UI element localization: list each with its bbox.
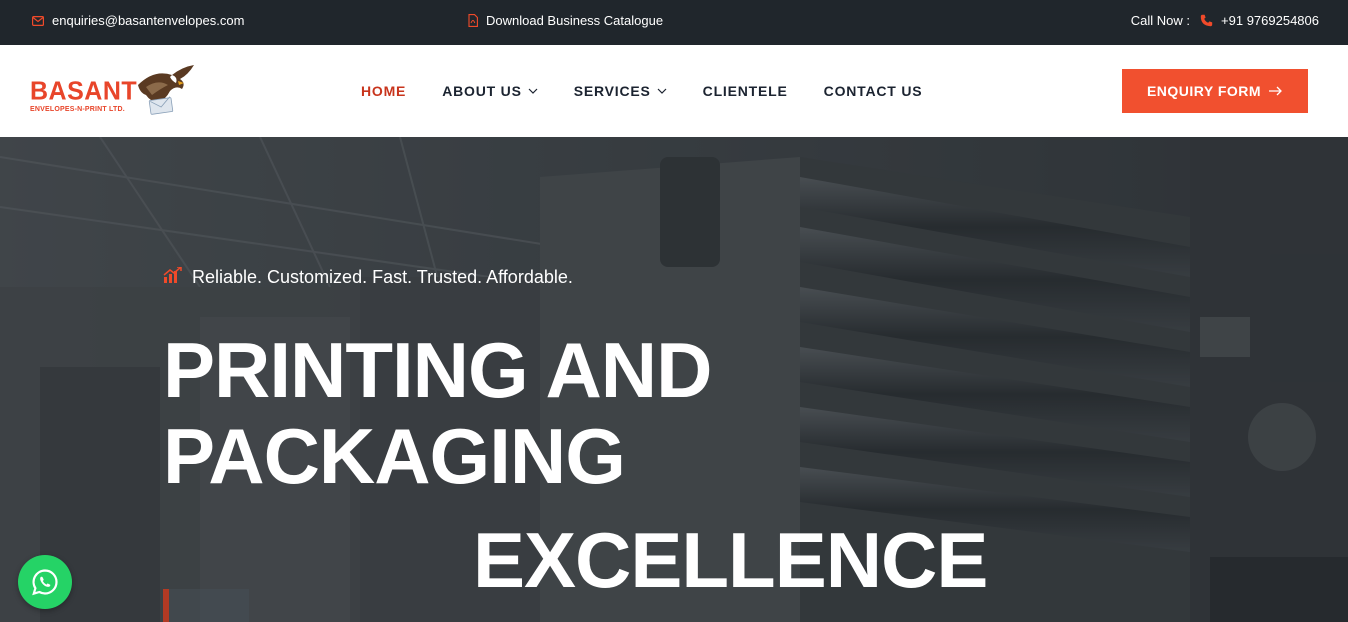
- phone-icon: [1200, 14, 1213, 27]
- pdf-file-icon: [468, 14, 478, 27]
- enquiry-form-label: ENQUIRY FORM: [1146, 83, 1262, 99]
- logo-subtitle: ENVELOPES-N-PRINT LTD.: [30, 106, 125, 113]
- email-text: enquiries@basantenvelopes.com: [52, 13, 245, 28]
- hero-tagline-text: Reliable. Customized. Fast. Trusted. Aff…: [192, 267, 573, 287]
- arrow-right-icon: [1269, 83, 1283, 99]
- enquiry-form-button[interactable]: ENQUIRY FORM: [1122, 69, 1308, 113]
- call-now[interactable]: Call Now : +91 9769254806: [1131, 13, 1319, 28]
- nav-about-us-label: ABOUT US: [442, 83, 522, 99]
- nav-contact-us-label: CONTACT US: [823, 83, 923, 99]
- accent-box: [169, 589, 249, 622]
- headline-line-2: PACKAGING: [163, 412, 626, 500]
- chart-growth-icon: [163, 266, 183, 288]
- logo-wordmark: BASANT: [30, 76, 138, 106]
- brand-logo[interactable]: BASANT ENVELOPES-N-PRINT LTD.: [28, 65, 196, 121]
- download-catalogue-link[interactable]: Download Business Catalogue: [468, 13, 663, 28]
- nav-home-label: HOME: [361, 83, 407, 99]
- catalogue-text: Download Business Catalogue: [486, 13, 664, 28]
- nav-services[interactable]: SERVICES: [574, 83, 667, 99]
- envelope-icon: [32, 15, 44, 26]
- phone-number: +91 9769254806: [1221, 13, 1319, 28]
- main-nav: HOME ABOUT US SERVICES CLIENTELE CONTACT…: [361, 45, 922, 137]
- whatsapp-chat-button[interactable]: [18, 555, 72, 609]
- nav-clientele-label: CLIENTELE: [702, 83, 788, 99]
- nav-contact-us[interactable]: CONTACT US: [824, 83, 923, 99]
- call-label: Call Now :: [1130, 13, 1191, 28]
- nav-clientele[interactable]: CLIENTELE: [703, 83, 788, 99]
- site-header: BASANT ENVELOPES-N-PRINT LTD. HOME ABOUT…: [0, 45, 1348, 137]
- chevron-down-icon: [528, 86, 538, 96]
- hero-banner: Reliable. Customized. Fast. Trusted. Aff…: [0, 137, 1348, 622]
- nav-home[interactable]: HOME: [361, 83, 406, 99]
- headline-line-1: PRINTING AND: [163, 326, 712, 414]
- eagle-icon: [138, 65, 194, 115]
- headline-line-3: EXCELLENCE: [473, 516, 988, 604]
- nav-about-us[interactable]: ABOUT US: [442, 83, 538, 99]
- nav-services-label: SERVICES: [573, 83, 651, 99]
- hero-headline: PRINTING AND PACKAGING EXCELLENCE: [163, 326, 988, 604]
- hero-tagline: Reliable. Customized. Fast. Trusted. Aff…: [163, 266, 573, 288]
- email-link[interactable]: enquiries@basantenvelopes.com: [32, 13, 244, 28]
- chevron-down-icon: [657, 86, 667, 96]
- top-bar: enquiries@basantenvelopes.com Download B…: [0, 0, 1348, 45]
- whatsapp-icon: [32, 569, 58, 596]
